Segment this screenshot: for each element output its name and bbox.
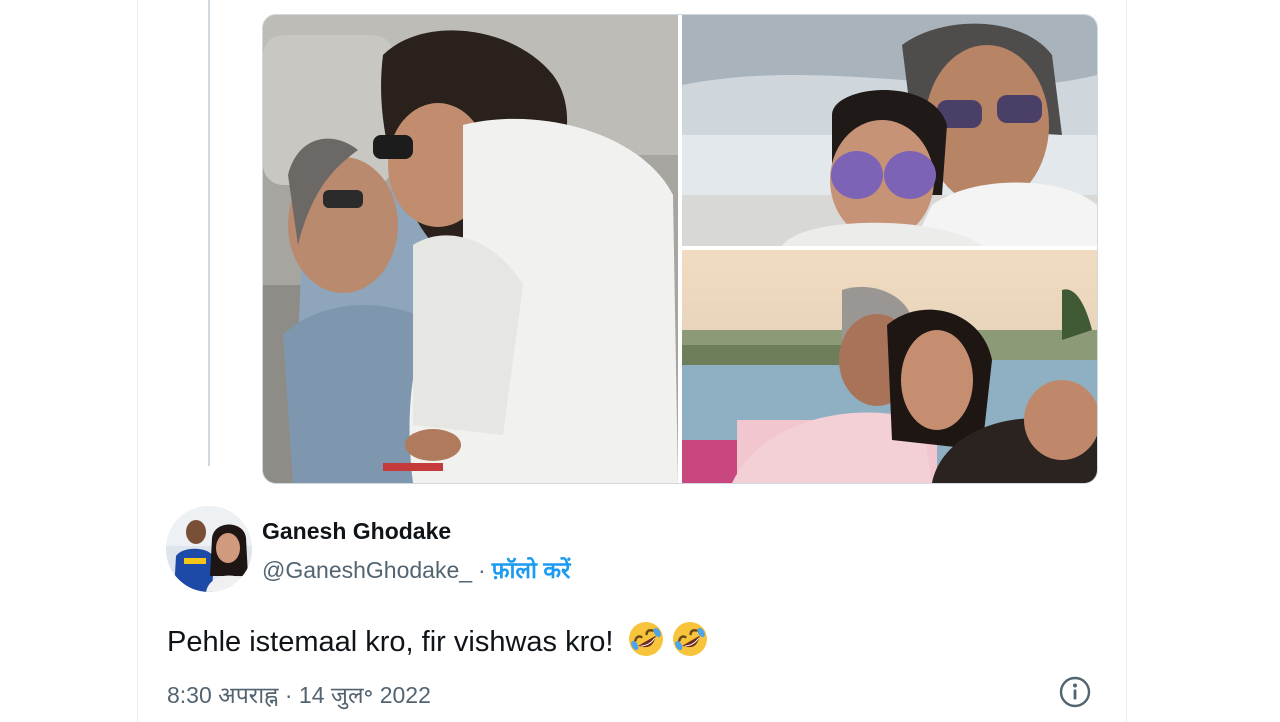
rolling-on-floor-laughing-emoji: [626, 619, 666, 659]
laughing-emoji-icon: [672, 622, 707, 656]
author-handle[interactable]: @GaneshGhodake_: [262, 557, 472, 583]
photo-2-image: [682, 15, 1097, 246]
author-name[interactable]: Ganesh Ghodake: [262, 518, 451, 545]
laughing-emoji-icon: [628, 622, 663, 656]
media-photo-2[interactable]: [682, 15, 1097, 246]
tweet-text-body: Pehle istemaal kro, fir vishwas kro!: [167, 626, 614, 658]
photo-3-image: [682, 250, 1097, 483]
handle-separator: ·: [478, 557, 486, 583]
avatar-image: [166, 506, 252, 592]
media-photo-1[interactable]: [263, 15, 678, 483]
follow-link[interactable]: फ़ॉलो करें: [492, 557, 571, 583]
info-icon[interactable]: [1058, 675, 1092, 709]
info-circle-icon: [1059, 676, 1091, 708]
tweet-timestamp[interactable]: 8:30 अपराह्न · 14 जुल॰ 2022: [167, 678, 431, 710]
rolling-on-floor-laughing-emoji-2: [670, 619, 710, 659]
media-photo-3[interactable]: [682, 250, 1097, 483]
media-grid: [262, 14, 1098, 484]
author-handle-row: @GaneshGhodake_ · फ़ॉलो करें: [262, 553, 570, 585]
page: Ganesh Ghodake @GaneshGhodake_ · फ़ॉलो करे…: [0, 0, 1280, 722]
tweet-text: Pehle istemaal kro, fir vishwas kro!: [167, 619, 710, 659]
author-avatar[interactable]: [166, 506, 252, 592]
photo-1-image: [263, 15, 678, 483]
thread-connector-line: [208, 0, 210, 466]
